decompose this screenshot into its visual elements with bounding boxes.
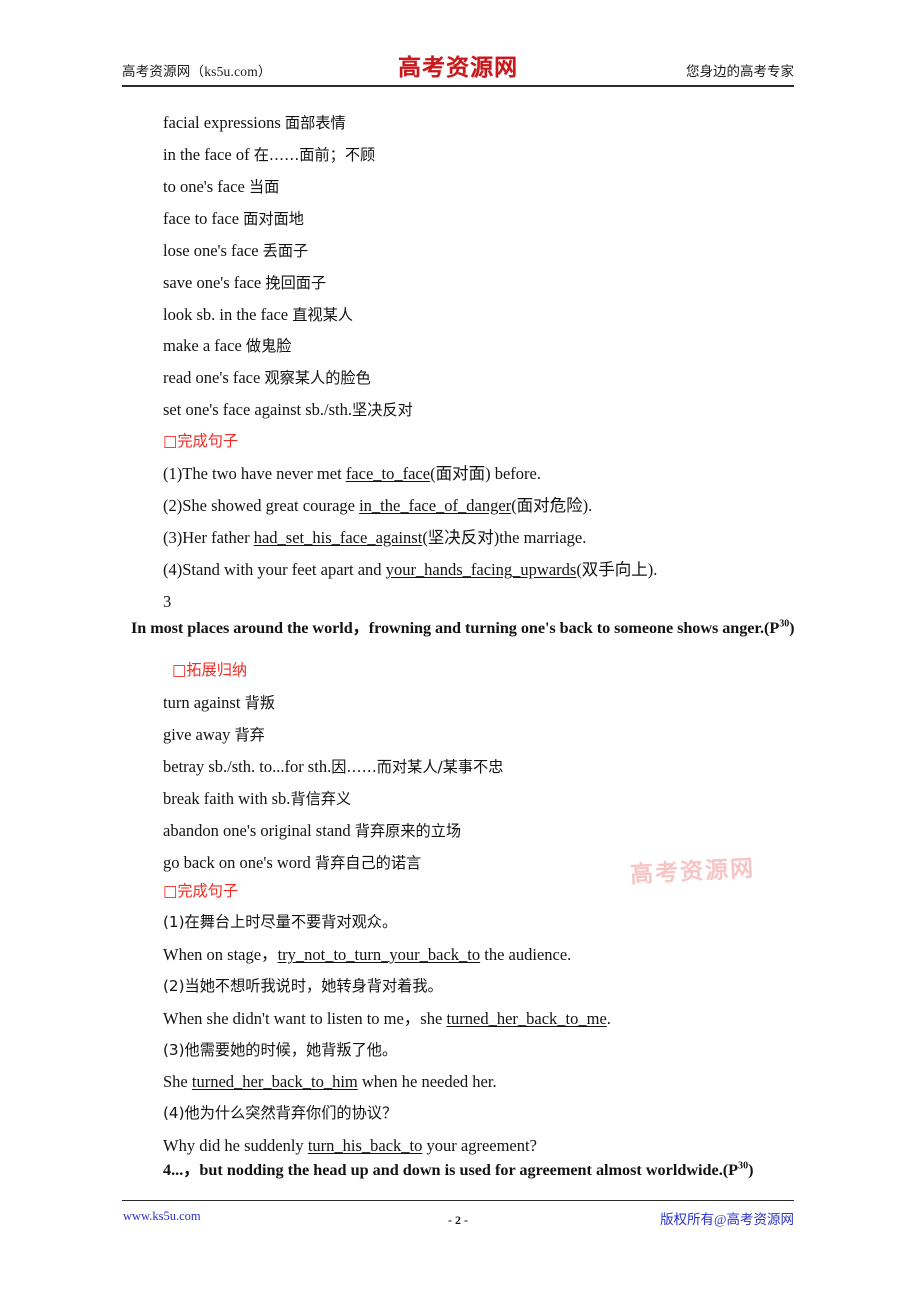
header-slogan: 您身边的高考专家 — [686, 64, 794, 79]
exercise-item: (4)Stand with your feet apart and your_h… — [163, 560, 658, 579]
exercise-answer-line: When she didn't want to listen to me，she… — [163, 1009, 611, 1028]
phrase-item: break faith with sb.背信弃义 — [163, 789, 352, 808]
exercise-answer-line: Why did he suddenly turn_his_back_to you… — [163, 1136, 537, 1155]
phrase-item: set one's face against sb./sth.坚决反对 — [163, 400, 413, 419]
quoted-sentence-4: 4...，but nodding the head up and down is… — [163, 1160, 754, 1179]
phrase-item: lose one's face 丢面子 — [163, 241, 309, 260]
item-number: 3 — [163, 592, 172, 611]
header-divider — [122, 85, 794, 87]
quoted-sentence-3: In most places around the world，frowning… — [131, 618, 795, 637]
phrase-item: abandon one's original stand 背弃原来的立场 — [163, 821, 462, 840]
exercise-prompt: (1)在舞台上时尽量不要背对观众。 — [163, 913, 398, 931]
section-heading-complete-sentences: □完成句子 — [163, 432, 239, 450]
answer-blank: your_hands_facing_upwards — [385, 560, 577, 579]
page-header: 高考资源网（ks5u.com） 高考资源网 您身边的高考专家 — [122, 48, 794, 88]
section-heading-expand: □拓展归纳 — [172, 661, 248, 679]
phrase-item: make a face 做鬼脸 — [163, 336, 292, 355]
answer-blank: turned_her_back_to_him — [191, 1072, 358, 1091]
phrase-item: facial expressions 面部表情 — [163, 113, 346, 132]
page-footer: www.ks5u.com - 2 - 版权所有@高考资源网 — [122, 1200, 794, 1250]
exercise-prompt: (3)他需要她的时候，她背叛了他。 — [163, 1041, 398, 1059]
header-logo: 高考资源网 — [398, 54, 518, 81]
phrase-item: face to face 面对面地 — [163, 209, 304, 228]
phrase-item: give away 背弃 — [163, 725, 265, 744]
answer-blank: try_not_to_turn_your_back_to — [277, 945, 481, 964]
section-heading-complete-sentences-2: □完成句子 — [163, 882, 239, 900]
header-site-name: 高考资源网（ks5u.com） — [122, 64, 272, 79]
phrase-item: turn against 背叛 — [163, 693, 275, 712]
exercise-prompt: (4)他为什么突然背弃你们的协议？ — [163, 1104, 398, 1122]
document-page: 高考资源网（ks5u.com） 高考资源网 您身边的高考专家 高考资源网 fac… — [0, 0, 920, 1302]
footer-page-number: - 2 - — [448, 1213, 468, 1227]
exercise-item: (1)The two have never met face_to_face(面… — [163, 464, 541, 483]
footer-url[interactable]: www.ks5u.com — [123, 1209, 201, 1224]
exercise-answer-line: When on stage，try_not_to_turn_your_back_… — [163, 945, 572, 964]
exercise-item: (2)She showed great courage in_the_face_… — [163, 496, 593, 515]
phrase-item: go back on one's word 背弃自己的诺言 — [163, 853, 422, 872]
phrase-item: save one's face 挽回面子 — [163, 273, 327, 292]
answer-blank: turn_his_back_to — [307, 1136, 423, 1155]
phrase-item: to one's face 当面 — [163, 177, 280, 196]
phrase-item: look sb. in the face 直视某人 — [163, 305, 353, 324]
exercise-answer-line: She turned_her_back_to_him when he neede… — [163, 1072, 497, 1091]
answer-blank: face_to_face — [345, 464, 431, 483]
answer-blank: turned_her_back_to_me — [446, 1009, 607, 1028]
footer-copyright: 版权所有@高考资源网 — [660, 1212, 794, 1227]
footer-divider — [122, 1200, 794, 1201]
exercise-item: (3)Her father had_set_his_face_against(坚… — [163, 528, 587, 547]
phrase-item: betray sb./sth. to...for sth.因……而对某人/某事不… — [163, 757, 504, 776]
answer-blank: had_set_his_face_against — [253, 528, 423, 547]
page-watermark: 高考资源网 — [629, 854, 756, 889]
phrase-item: in the face of 在……面前；不顾 — [163, 145, 376, 164]
exercise-prompt: (2)当她不想听我说时，她转身背对着我。 — [163, 977, 443, 995]
answer-blank: in_the_face_of_danger — [359, 496, 512, 515]
phrase-item: read one's face 观察某人的脸色 — [163, 368, 371, 387]
